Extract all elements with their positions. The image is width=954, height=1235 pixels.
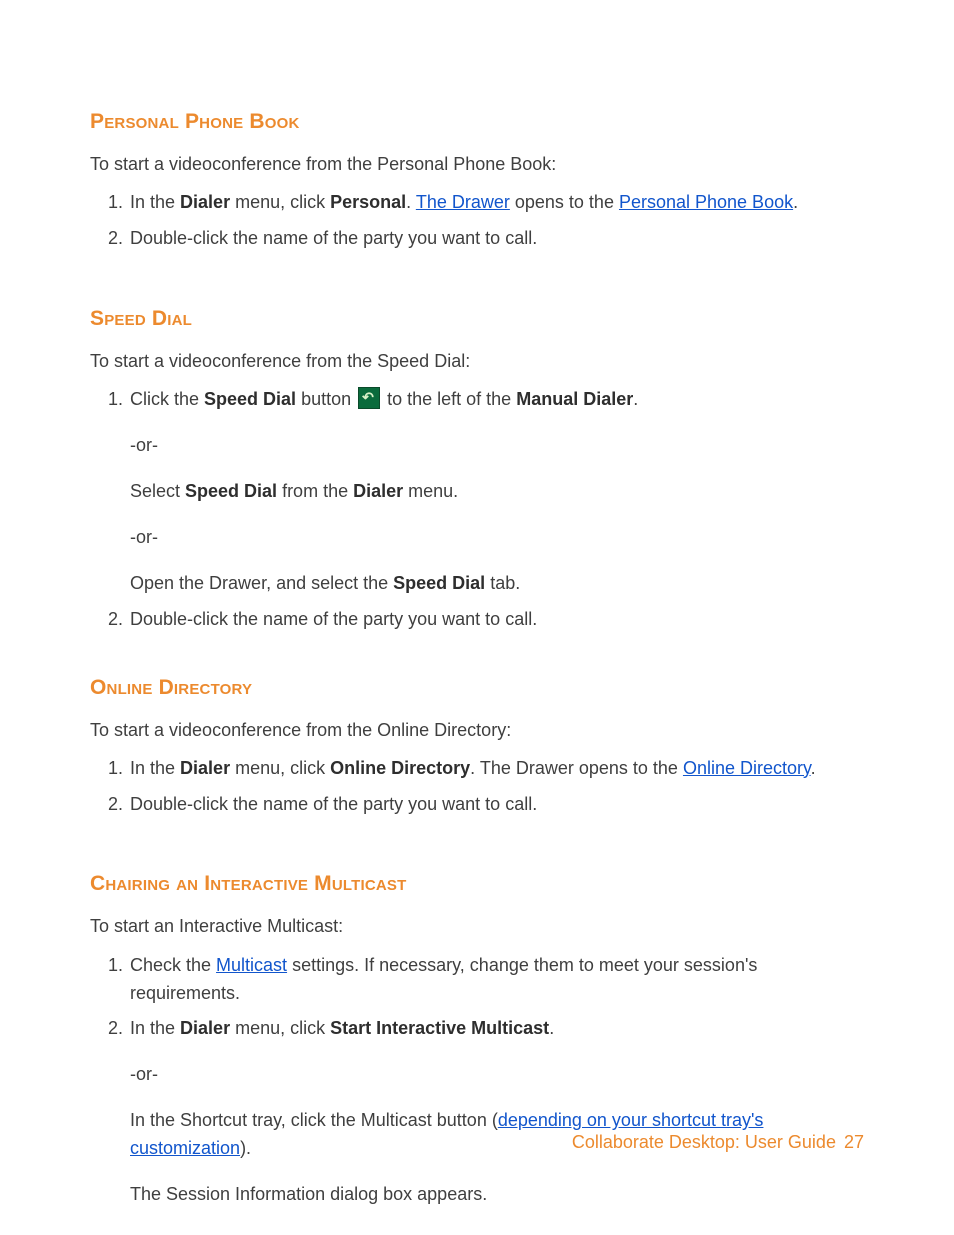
footer-title: Collaborate Desktop: User Guide — [572, 1132, 836, 1152]
text: Open the Drawer, and select the — [130, 573, 393, 593]
text: menu, click — [230, 1018, 330, 1038]
or-separator: -or- — [130, 1061, 864, 1089]
sd-alt-2: Open the Drawer, and select the Speed Di… — [130, 570, 864, 598]
page-number: 27 — [844, 1132, 864, 1152]
ppb-step-2: Double-click the name of the party you w… — [128, 225, 864, 253]
heading-online-directory: Online Directory — [90, 676, 864, 700]
bold-dialer: Dialer — [353, 481, 403, 501]
intro-od: To start a videoconference from the Onli… — [90, 718, 864, 743]
link-personal-phone-book[interactable]: Personal Phone Book — [619, 192, 793, 212]
bold-personal: Personal — [330, 192, 406, 212]
od-step-1: In the Dialer menu, click Online Directo… — [128, 755, 864, 783]
text: Select — [130, 481, 185, 501]
text: . — [633, 389, 638, 409]
text: In the — [130, 758, 180, 778]
intro-cm: To start an Interactive Multicast: — [90, 914, 864, 939]
text: . — [406, 192, 416, 212]
text: from the — [277, 481, 353, 501]
ppb-step-1: In the Dialer menu, click Personal. The … — [128, 189, 864, 217]
sd-step-1: Click the Speed Dial button to the left … — [128, 386, 864, 597]
bold-dialer: Dialer — [180, 758, 230, 778]
heading-speed-dial: Speed Dial — [90, 307, 864, 331]
steps-sd: Click the Speed Dial button to the left … — [90, 386, 864, 633]
text: Click the — [130, 389, 204, 409]
footer: Collaborate Desktop: User Guide 27 — [572, 1132, 864, 1153]
bold-speed-dial: Speed Dial — [204, 389, 296, 409]
od-step-2: Double-click the name of the party you w… — [128, 791, 864, 819]
sd-step-2: Double-click the name of the party you w… — [128, 606, 864, 634]
text: . — [793, 192, 798, 212]
text: In the — [130, 192, 180, 212]
steps-ppb: In the Dialer menu, click Personal. The … — [90, 189, 864, 253]
link-online-directory[interactable]: Online Directory — [683, 758, 811, 778]
text: Check the — [130, 955, 216, 975]
heading-personal-phone-book: Personal Phone Book — [90, 110, 864, 134]
text: button — [296, 389, 356, 409]
text: menu, click — [230, 192, 330, 212]
bold-speed-dial: Speed Dial — [185, 481, 277, 501]
speed-dial-icon — [358, 387, 380, 409]
text: . — [549, 1018, 554, 1038]
text: . The Drawer opens to the — [470, 758, 683, 778]
text: tab. — [485, 573, 520, 593]
bold-online-directory: Online Directory — [330, 758, 470, 778]
steps-cm: Check the Multicast settings. If necessa… — [90, 952, 864, 1209]
cm-step-1: Check the Multicast settings. If necessa… — [128, 952, 864, 1008]
bold-speed-dial-tab: Speed Dial — [393, 573, 485, 593]
or-separator: -or- — [130, 524, 864, 552]
intro-sd: To start a videoconference from the Spee… — [90, 349, 864, 374]
text: to the left of the — [382, 389, 516, 409]
link-multicast[interactable]: Multicast — [216, 955, 287, 975]
sd-alt-1: Select Speed Dial from the Dialer menu. — [130, 478, 864, 506]
link-the-drawer[interactable]: The Drawer — [416, 192, 510, 212]
text: In the Shortcut tray, click the Multicas… — [130, 1110, 498, 1130]
text: menu. — [403, 481, 458, 501]
cm-step-2: In the Dialer menu, click Start Interact… — [128, 1015, 864, 1208]
heading-chairing-multicast: Chairing an Interactive Multicast — [90, 872, 864, 896]
cm-after: The Session Information dialog box appea… — [130, 1181, 864, 1209]
steps-od: In the Dialer menu, click Online Directo… — [90, 755, 864, 819]
text: menu, click — [230, 758, 330, 778]
bold-manual-dialer: Manual Dialer — [516, 389, 633, 409]
or-separator: -or- — [130, 432, 864, 460]
intro-ppb: To start a videoconference from the Pers… — [90, 152, 864, 177]
text: In the — [130, 1018, 180, 1038]
bold-dialer: Dialer — [180, 192, 230, 212]
text: . — [811, 758, 816, 778]
text: opens to the — [510, 192, 619, 212]
bold-dialer: Dialer — [180, 1018, 230, 1038]
text: ). — [240, 1138, 251, 1158]
bold-start-multicast: Start Interactive Multicast — [330, 1018, 549, 1038]
